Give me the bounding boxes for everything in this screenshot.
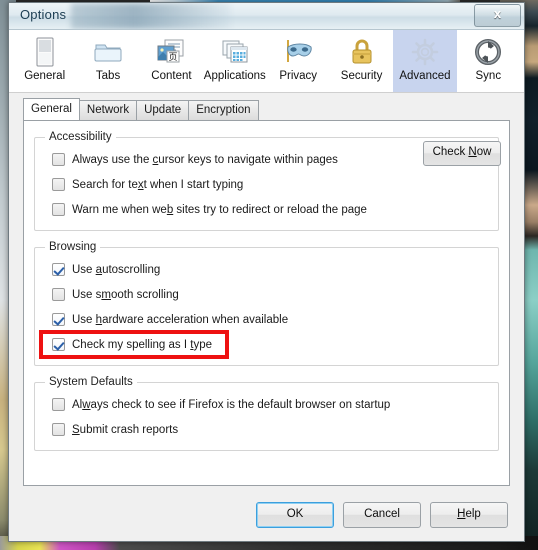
category-advanced[interactable]: Advanced: [393, 30, 457, 92]
category-label: Advanced: [399, 70, 451, 82]
category-label: General: [24, 70, 66, 82]
checkbox-warn-redirect[interactable]: [52, 203, 65, 216]
checkbox-crash-reports[interactable]: [52, 423, 65, 436]
titlebar-glass-effect: [71, 3, 231, 29]
subtab-update[interactable]: Update: [136, 100, 190, 120]
category-label: Security: [340, 70, 383, 82]
checkbox-autoscrolling[interactable]: [52, 263, 65, 276]
category-label: Privacy: [279, 70, 318, 82]
close-icon: x: [493, 6, 502, 21]
option-label: Use smooth scrolling: [72, 288, 179, 301]
subtab-network[interactable]: Network: [78, 100, 138, 120]
group-legend-accessibility: Accessibility: [49, 131, 112, 143]
subtab-bar: General Network Update Encryption: [23, 98, 524, 120]
title-bar: Options x: [9, 3, 524, 30]
applications-icon: [220, 35, 250, 69]
option-label: Use autoscrolling: [72, 263, 161, 276]
group-browsing: Browsing Use autoscrolling Use smooth sc…: [34, 241, 499, 366]
category-privacy[interactable]: Privacy: [267, 30, 330, 92]
checkbox-hardware-acceleration[interactable]: [52, 313, 65, 326]
cancel-button[interactable]: Cancel: [343, 502, 421, 528]
folder-tabs-icon: [93, 35, 123, 69]
option-row-smooth-scrolling[interactable]: Use smooth scrolling: [43, 282, 490, 307]
option-label: Always check to see if Firefox is the de…: [72, 398, 391, 411]
checkbox-smooth-scrolling[interactable]: [52, 288, 65, 301]
check-now-button[interactable]: Check Now: [423, 141, 501, 166]
group-system-defaults: System Defaults Check Now Always check t…: [34, 141, 501, 451]
svg-text:页: 页: [169, 52, 178, 63]
category-toolbar: General Tabs 页 Content Applications Priv…: [9, 30, 524, 93]
category-label: Sync: [475, 70, 502, 82]
category-applications[interactable]: Applications: [203, 30, 266, 92]
checkbox-search-text[interactable]: [52, 178, 65, 191]
advanced-general-panel: Accessibility Always use the cursor keys…: [23, 120, 510, 486]
category-content[interactable]: 页 Content: [140, 30, 203, 92]
help-button[interactable]: Help: [430, 502, 508, 528]
category-tabs[interactable]: Tabs: [76, 30, 139, 92]
category-security[interactable]: Security: [330, 30, 393, 92]
option-row-autoscrolling[interactable]: Use autoscrolling: [43, 257, 490, 282]
subtab-encryption[interactable]: Encryption: [188, 100, 259, 120]
option-row-check-spelling[interactable]: Check my spelling as I type: [39, 330, 490, 359]
option-label: Use hardware acceleration when available: [72, 313, 289, 326]
option-row-hardware-acceleration[interactable]: Use hardware acceleration when available: [43, 307, 490, 332]
checkbox-check-spelling[interactable]: [52, 338, 65, 351]
window-title: Options: [20, 7, 67, 22]
checkbox-default-browser[interactable]: [52, 398, 65, 411]
option-label: Warn me when web sites try to redirect o…: [72, 203, 367, 216]
options-dialog: Options x General Tabs 页 Content Applica…: [8, 2, 525, 542]
general-window-icon: [33, 35, 57, 69]
option-label: Submit crash reports: [72, 423, 179, 436]
category-sync[interactable]: Sync: [457, 30, 520, 92]
option-row-warn-redirect[interactable]: Warn me when web sites try to redirect o…: [43, 197, 490, 222]
group-legend-system-defaults: System Defaults: [49, 376, 133, 388]
checkbox-cursor-keys[interactable]: [52, 153, 65, 166]
option-row-default-browser[interactable]: Always check to see if Firefox is the de…: [43, 392, 490, 417]
option-row-crash-reports[interactable]: Submit crash reports: [43, 417, 490, 442]
category-general[interactable]: General: [13, 30, 76, 92]
ok-button[interactable]: OK: [256, 502, 334, 528]
close-button[interactable]: x: [474, 4, 521, 27]
category-label: Content: [151, 70, 192, 82]
advanced-gear-icon: [410, 35, 440, 69]
option-label: Search for text when I start typing: [72, 178, 244, 191]
sync-arrows-icon: [473, 35, 503, 69]
category-label: Tabs: [95, 70, 121, 82]
category-label: Applications: [203, 70, 266, 82]
option-label: Check my spelling as I type: [72, 338, 212, 351]
subtab-general[interactable]: General: [23, 98, 80, 120]
group-legend-browsing: Browsing: [49, 241, 97, 253]
security-lock-icon: [349, 35, 375, 69]
dialog-button-row: OK Cancel Help: [9, 502, 524, 528]
option-label: Always use the cursor keys to navigate w…: [72, 153, 338, 166]
privacy-mask-icon: [282, 35, 314, 69]
content-page-icon: 页: [156, 35, 186, 69]
option-row-search-text[interactable]: Search for text when I start typing: [43, 172, 490, 197]
